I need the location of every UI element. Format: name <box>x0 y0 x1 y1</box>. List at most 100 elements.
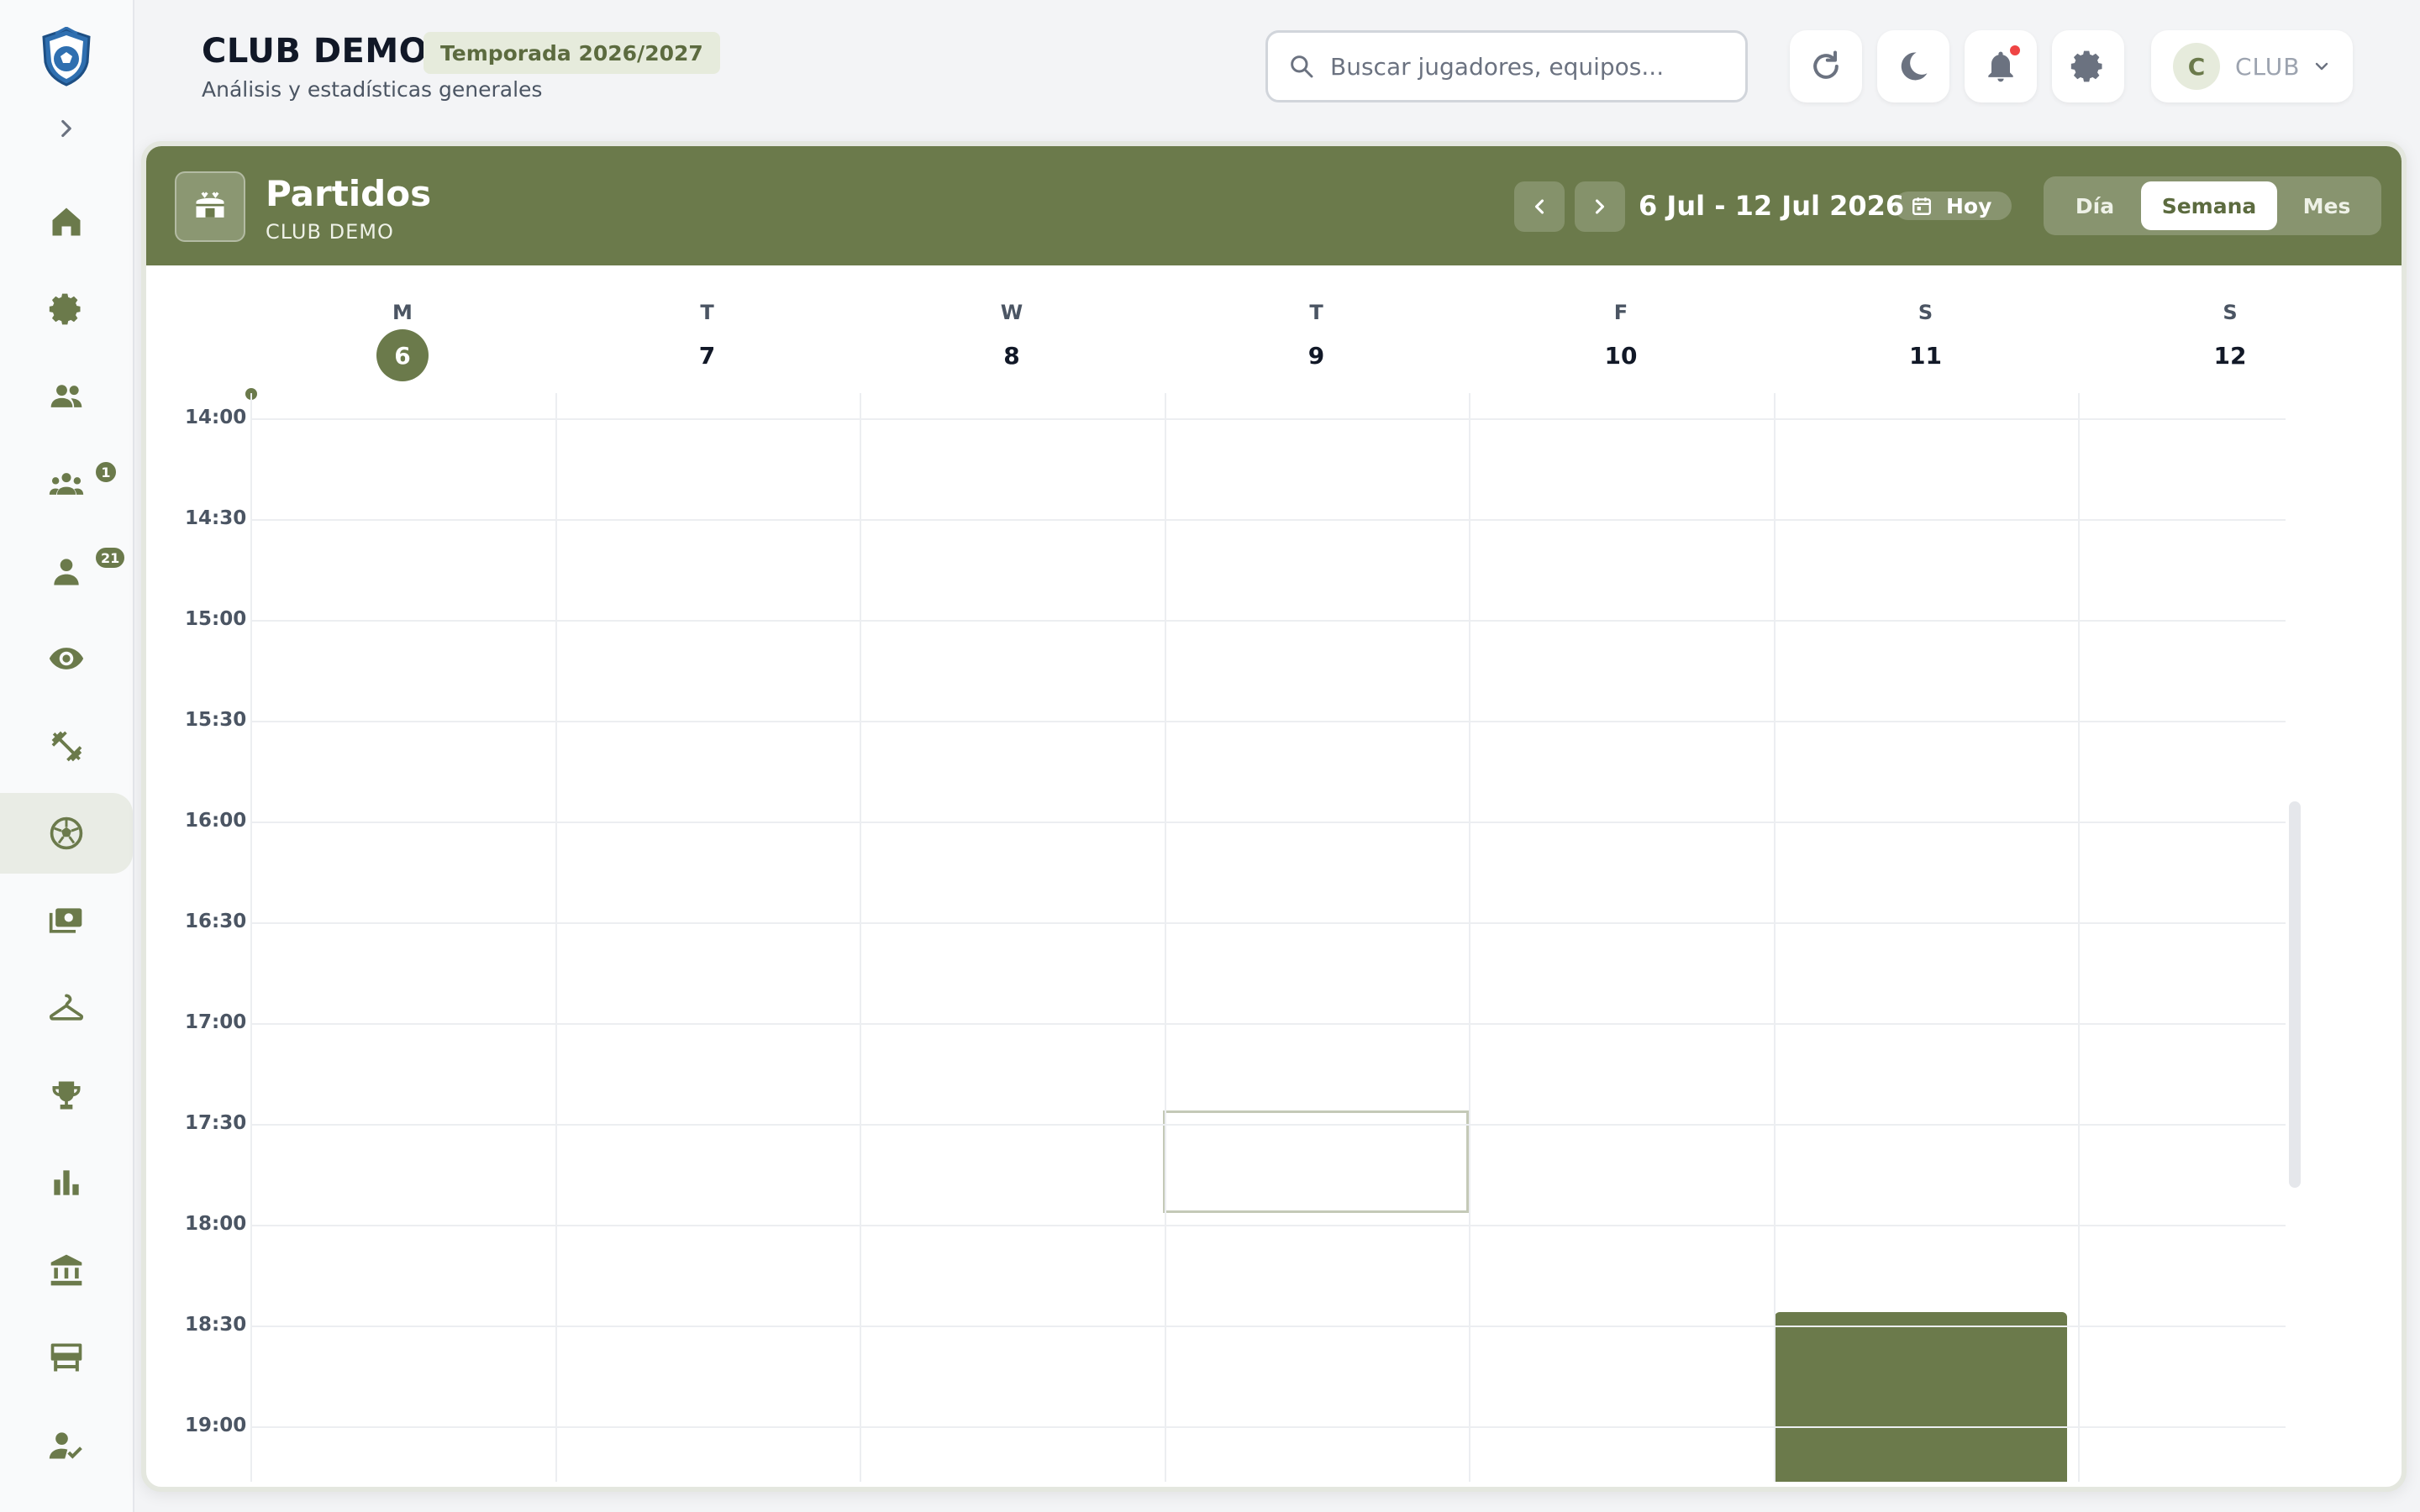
selected-time-slot[interactable] <box>1163 1110 1469 1213</box>
sidebar-item-matches[interactable] <box>0 793 133 874</box>
day-header-3[interactable]: T9 <box>1165 281 1469 393</box>
notification-dot <box>2010 45 2020 55</box>
time-row-line <box>250 922 2286 924</box>
moon-icon <box>1901 52 1928 81</box>
date-number[interactable]: 11 <box>1900 329 1952 381</box>
user-name: CLUB <box>2235 52 2301 81</box>
time-row-line <box>250 1124 2286 1126</box>
sidebar-item-statistics[interactable] <box>0 1142 133 1223</box>
expand-sidebar-icon[interactable] <box>52 114 81 143</box>
day-header-5[interactable]: S 11 <box>1774 281 2078 393</box>
today-date-number[interactable]: 6 <box>376 329 429 381</box>
chevron-left-icon <box>1534 199 1544 214</box>
sidebar-item-payments[interactable] <box>0 880 133 961</box>
date-number[interactable]: 9 <box>1291 329 1343 381</box>
eye-icon <box>49 648 84 669</box>
match-event[interactable] <box>1775 1312 2067 1482</box>
sidebar-item-team[interactable] <box>0 356 133 437</box>
today-button[interactable]: Hoy <box>1894 192 2012 220</box>
time-row-line <box>250 1326 2286 1327</box>
refresh-button[interactable] <box>1790 30 1862 102</box>
gear-icon <box>49 293 81 325</box>
view-day-button[interactable]: Día <box>2049 181 2141 230</box>
dark-mode-button[interactable] <box>1877 30 1949 102</box>
refresh-icon <box>1813 50 1839 79</box>
day-of-week-label: S <box>1918 301 1933 324</box>
sidebar-item-players[interactable] <box>0 531 133 612</box>
day-header-6[interactable]: S 12 <box>2078 281 2301 393</box>
view-week-button[interactable]: Semana <box>2141 181 2277 230</box>
day-of-week-label: M <box>392 301 413 324</box>
panel-header: Partidos CLUB DEMO 6 Jul - 12 Jul 2026 H… <box>146 146 2402 265</box>
matches-panel: Partidos CLUB DEMO 6 Jul - 12 Jul 2026 H… <box>141 141 2407 1492</box>
date-number[interactable]: 12 <box>2204 329 2256 381</box>
time-row-line <box>250 1426 2286 1428</box>
settings-button[interactable] <box>2052 30 2124 102</box>
soccer-ball-icon <box>50 816 83 850</box>
page-title: CLUB DEMO <box>202 32 429 71</box>
search-icon <box>1291 55 1313 78</box>
next-week-button[interactable] <box>1575 181 1625 232</box>
team-icon <box>50 385 82 407</box>
players-count-badge: 21 <box>94 546 127 570</box>
day-header-4[interactable]: F 10 <box>1469 281 1773 393</box>
date-number[interactable]: 8 <box>986 329 1038 381</box>
sidebar-item-groups[interactable] <box>0 444 133 524</box>
dumbbell-icon <box>51 731 82 762</box>
sidebar-item-home[interactable] <box>0 181 133 262</box>
sidebar-item-equipment[interactable] <box>0 968 133 1048</box>
home-icon <box>52 207 81 236</box>
time-label: 14:00 <box>185 407 247 428</box>
time-row-line <box>250 418 2286 420</box>
time-label: 15:30 <box>185 709 247 731</box>
chevron-right-icon <box>1595 199 1605 214</box>
sidebar-item-attendance[interactable] <box>0 1404 133 1485</box>
avatar: C <box>2173 43 2220 90</box>
scrollbar[interactable] <box>2289 801 2301 1188</box>
trophy-icon <box>52 1081 81 1110</box>
day-of-week-label: W <box>1000 301 1023 324</box>
date-number[interactable]: 10 <box>1595 329 1647 381</box>
notifications-button[interactable] <box>1965 30 2037 102</box>
search-box[interactable] <box>1265 30 1748 102</box>
previous-week-button[interactable] <box>1514 181 1565 232</box>
date-number[interactable]: 7 <box>681 329 734 381</box>
display-icon <box>50 1343 82 1372</box>
sidebar-item-scouting[interactable] <box>0 618 133 699</box>
season-badge[interactable]: Temporada 2026/2027 <box>424 32 720 74</box>
sidebar-item-competitions[interactable] <box>0 1055 133 1136</box>
search-input[interactable] <box>1330 52 1717 81</box>
time-grid[interactable]: 14:00 14:30 15:00 15:30 16:00 16:30 17:00 17:30… <box>168 388 2286 1482</box>
view-month-button[interactable]: Mes <box>2277 181 2376 230</box>
sidebar-item-finance[interactable] <box>0 1230 133 1310</box>
date-range-label: 6 Jul - 12 Jul 2026 <box>1639 190 1905 222</box>
view-switcher: Día Semana Mes <box>2044 176 2381 235</box>
groups-icon <box>49 473 84 495</box>
club-shield-logo[interactable] <box>37 27 96 87</box>
sidebar-item-training[interactable] <box>0 706 133 786</box>
time-row-line <box>250 721 2286 722</box>
person-check-icon <box>49 1432 82 1459</box>
sidebar: 1 21 <box>0 0 134 1512</box>
panel-subtitle: CLUB DEMO <box>266 220 394 244</box>
day-header-1[interactable]: T7 <box>555 281 860 393</box>
week-calendar: M 6 T 7 W 8 T 9 F 10 S 11 S 12 14:00 14:30 15:00 15:30 16… <box>168 281 2301 1482</box>
person-icon <box>54 559 79 585</box>
time-row-line <box>250 822 2286 823</box>
day-header-0[interactable]: M6 <box>250 281 555 393</box>
sidebar-item-settings[interactable] <box>0 269 133 349</box>
day-of-week-label: T <box>1309 301 1323 324</box>
gear-icon <box>2070 50 2102 82</box>
day-of-week-label: F <box>1613 301 1628 324</box>
day-header-2[interactable]: W8 <box>860 281 1164 393</box>
time-label: 15:00 <box>185 608 247 630</box>
time-row-line <box>250 1225 2286 1226</box>
user-menu-button[interactable]: C CLUB <box>2151 30 2353 102</box>
day-column-divider <box>860 393 861 1482</box>
time-row-line <box>250 620 2286 622</box>
time-row-line <box>250 519 2286 521</box>
day-column-divider <box>1774 393 1776 1482</box>
time-label: 16:30 <box>185 911 247 932</box>
sidebar-item-display[interactable] <box>0 1317 133 1398</box>
groups-count-badge: 1 <box>94 460 118 484</box>
